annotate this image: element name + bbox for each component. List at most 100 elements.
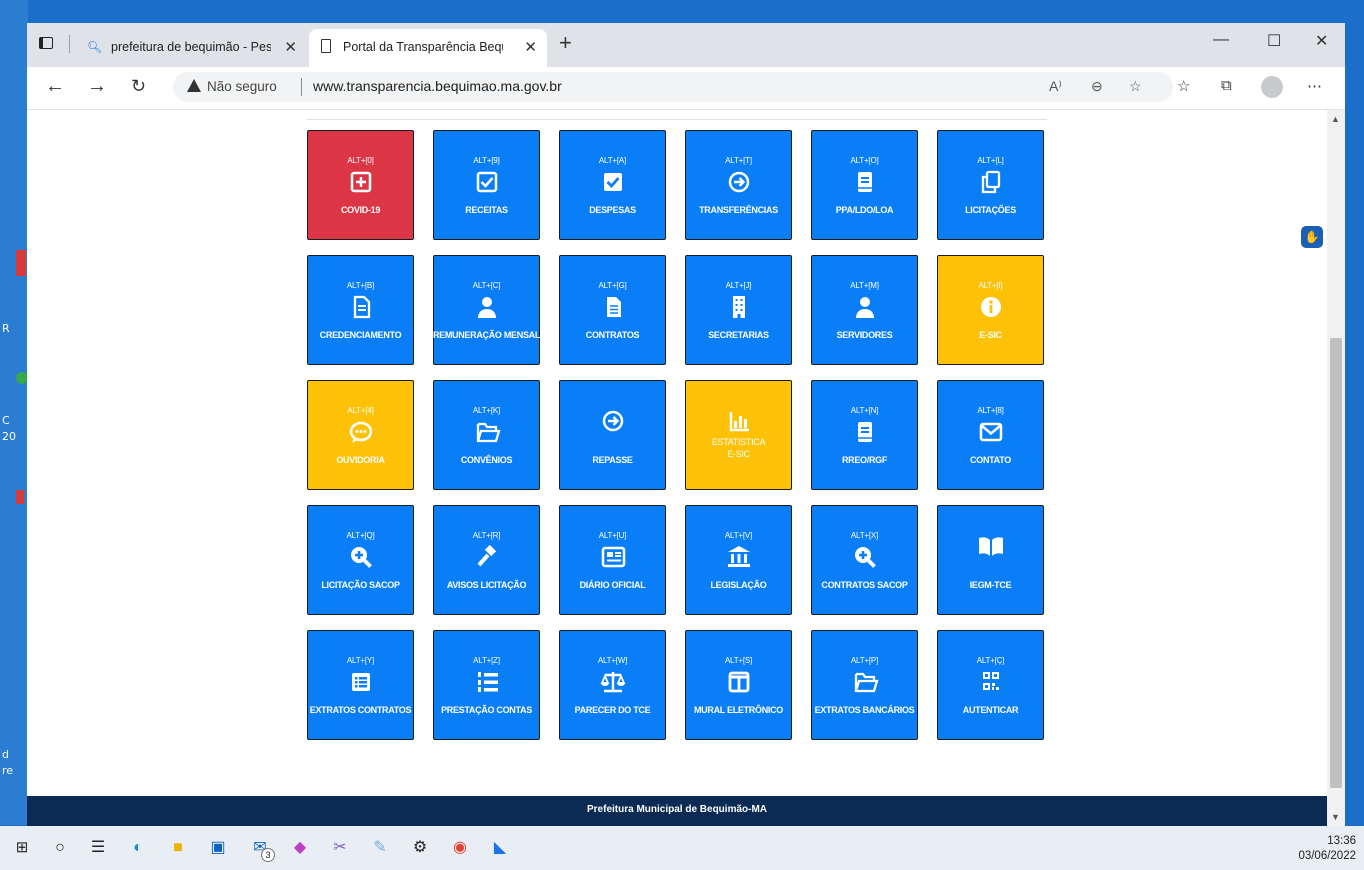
collections-icon[interactable]: ⧉: [1221, 77, 1232, 94]
tab-actions-icon[interactable]: [39, 37, 53, 49]
tile-shortcut: ALT+[W]: [597, 656, 628, 665]
more-menu-button[interactable]: ⋯: [1307, 77, 1322, 95]
chrome-icon[interactable]: ◉: [450, 838, 470, 858]
drop-app-icon[interactable]: ◆: [290, 838, 310, 858]
read-aloud-icon[interactable]: A⁾: [1049, 78, 1062, 95]
tile-shortcut: ALT+[V]: [724, 531, 753, 540]
tile-parecer-do-tce[interactable]: ALT+[W] PARECER DO TCE: [559, 630, 666, 740]
close-tab-button[interactable]: ✕: [284, 38, 297, 56]
task-view-icon[interactable]: ☰: [88, 838, 108, 858]
maximize-button[interactable]: ☐: [1267, 31, 1281, 51]
tile-covid-19[interactable]: ALT+[0] COVID-19: [307, 130, 414, 240]
book-icon: [858, 172, 872, 192]
desktop-icon-edge[interactable]: [16, 250, 26, 276]
tile-label: LEGISLAÇÃO: [710, 580, 767, 590]
tile-dirio-oficial[interactable]: ALT+[U] DIÁRIO OFICIAL: [559, 505, 666, 615]
tile-shortcut: ALT+[K]: [472, 406, 501, 415]
back-button[interactable]: ←: [45, 75, 65, 97]
minimize-button[interactable]: —: [1213, 31, 1229, 49]
refresh-button[interactable]: ↻: [131, 75, 146, 97]
tile-credenciamento[interactable]: ALT+[B] CREDENCIAMENTO: [307, 255, 414, 365]
settings-gear-icon[interactable]: ⚙: [410, 838, 430, 858]
tile-contato[interactable]: ALT+[8] CONTATO: [937, 380, 1044, 490]
tile-ppaldoloa[interactable]: ALT+[O] PPA/LDO/LOA: [811, 130, 918, 240]
tile-contratos-sacop[interactable]: ALT+[X] CONTRATOS SACOP: [811, 505, 918, 615]
tile-label: REPASSE: [592, 455, 633, 465]
tile-legislao[interactable]: ALT+[V] LEGISLAÇÃO: [685, 505, 792, 615]
profile-avatar[interactable]: [1261, 76, 1283, 98]
tab-separator: [69, 35, 70, 53]
tile-ouvidoria[interactable]: ALT+[4] OUVIDORIA: [307, 380, 414, 490]
tab-title: prefeitura de bequimão - Pesqui: [111, 40, 271, 54]
add-favorite-icon[interactable]: ☆: [1129, 78, 1142, 95]
tile-label: TRANSFERÊNCIAS: [699, 205, 778, 215]
new-tab-button[interactable]: +: [559, 32, 572, 54]
omnibox[interactable]: Não seguro www.transparencia.bequimao.ma…: [173, 72, 1173, 102]
scrollbar-thumb[interactable]: [1330, 338, 1342, 788]
tile-convnios[interactable]: ALT+[K] CONVÊNIOS: [433, 380, 540, 490]
accessibility-icon[interactable]: ✋: [1301, 226, 1323, 248]
tile-extratos-bancrios[interactable]: ALT+[P] EXTRATOS BANCÁRIOS: [811, 630, 918, 740]
tile-label: CONTRATOS: [585, 330, 640, 340]
tile-servidores[interactable]: ALT+[M] SERVIDORES: [811, 255, 918, 365]
tab-search[interactable]: 🔍︎ prefeitura de bequimão - Pesqui ✕: [77, 29, 307, 67]
tile-label: LICITAÇÕES: [965, 205, 1016, 215]
search-plus-icon: [351, 547, 372, 568]
search-icon[interactable]: ○: [50, 838, 70, 858]
favorites-icon[interactable]: ☆: [1177, 77, 1190, 95]
tile-label: COVID-19: [340, 205, 381, 215]
tile-licitao-sacop[interactable]: ALT+[Q] LICITAÇÃO SACOP: [307, 505, 414, 615]
page-viewport: ALT+[0] COVID-19 ALT+[9] RECEITAS ALT+[A] DES…: [27, 110, 1327, 826]
tile-label: REMUNERAÇÃO MENSAL: [432, 330, 541, 340]
tab-portal[interactable]: Portal da Transparência Bequimã ✕: [309, 29, 547, 67]
zoom-icon[interactable]: ⊖: [1091, 78, 1103, 95]
tile-contratos[interactable]: ALT+[G] CONTRATOS: [559, 255, 666, 365]
tile-receitas[interactable]: ALT+[9] RECEITAS: [433, 130, 540, 240]
tile-shortcut: ALT+[X]: [850, 531, 879, 540]
tile-extratos-contratos[interactable]: ALT+[Y] EXTRATOS CONTRATOS: [307, 630, 414, 740]
scroll-up-icon[interactable]: ▲: [1331, 114, 1340, 124]
clock-time: 13:36: [1327, 835, 1356, 847]
tile-despesas[interactable]: ALT+[A] DESPESAS: [559, 130, 666, 240]
tile-secretarias[interactable]: ALT+[J] SECRETARIAS: [685, 255, 792, 365]
url-text[interactable]: www.transparencia.bequimao.ma.gov.br: [313, 78, 562, 94]
tile-label: SECRETARIAS: [708, 330, 769, 340]
tile-rreorgf[interactable]: ALT+[N] RREO/RGF: [811, 380, 918, 490]
tile-mural-eletrnico[interactable]: ALT+[S] MURAL ELETRÔNICO: [685, 630, 792, 740]
scrollbar[interactable]: ▲ ▼: [1327, 110, 1345, 826]
security-label[interactable]: Não seguro: [207, 79, 277, 94]
book-icon: [858, 422, 872, 442]
tile-remunerao-mensal[interactable]: ALT+[C] REMUNERAÇÃO MENSAL: [433, 255, 540, 365]
forward-button[interactable]: →: [87, 75, 107, 97]
qrcode-icon: [983, 672, 999, 690]
desktop-icon-edge[interactable]: [16, 490, 24, 504]
windows-start-icon[interactable]: ⊞: [12, 838, 32, 858]
tile-avisos-licitao[interactable]: ALT+[R] AVISOS LICITAÇÃO: [433, 505, 540, 615]
clock-date: 03/06/2022: [1298, 850, 1356, 862]
system-clock[interactable]: 13:36 03/06/2022: [1298, 834, 1356, 864]
search-icon: 🔍︎: [87, 40, 103, 54]
tile-licitaes[interactable]: ALT+[L] LICITAÇÕES: [937, 130, 1044, 240]
tile-estatistica-e-sic[interactable]: ESTATISTICA E-SIC: [685, 380, 792, 490]
paint-icon[interactable]: ✎: [370, 838, 390, 858]
tile-prestao-contas[interactable]: ALT+[Z] PRESTAÇÃO CONTAS: [433, 630, 540, 740]
balance-scale-icon: [600, 672, 626, 693]
scroll-down-icon[interactable]: ▼: [1331, 812, 1340, 822]
close-window-button[interactable]: ✕: [1315, 31, 1328, 51]
warning-icon: [187, 79, 201, 92]
tile-autenticar[interactable]: ALT+[Ç] AUTENTICAR: [937, 630, 1044, 740]
file-explorer-icon[interactable]: ■: [168, 838, 188, 858]
snipping-icon[interactable]: ✂: [330, 838, 350, 858]
close-tab-button[interactable]: ✕: [524, 38, 537, 56]
photos-icon[interactable]: ◣: [490, 838, 510, 858]
book-open-icon: [979, 537, 1003, 556]
store-icon[interactable]: ▣: [208, 838, 228, 858]
tile-label: PPA/LDO/LOA: [835, 205, 894, 215]
tile-repasse[interactable]: REPASSE: [559, 380, 666, 490]
tile-shortcut: ALT+[S]: [724, 656, 753, 665]
edge-icon[interactable]: ◐: [128, 838, 148, 858]
tile-e-sic[interactable]: ALT+[I] E-SIC: [937, 255, 1044, 365]
tile-transferncias[interactable]: ALT+[T] TRANSFERÊNCIAS: [685, 130, 792, 240]
arrow-circle-right-icon: [728, 171, 750, 193]
tile-iegm-tce[interactable]: IEGM-TCE: [937, 505, 1044, 615]
